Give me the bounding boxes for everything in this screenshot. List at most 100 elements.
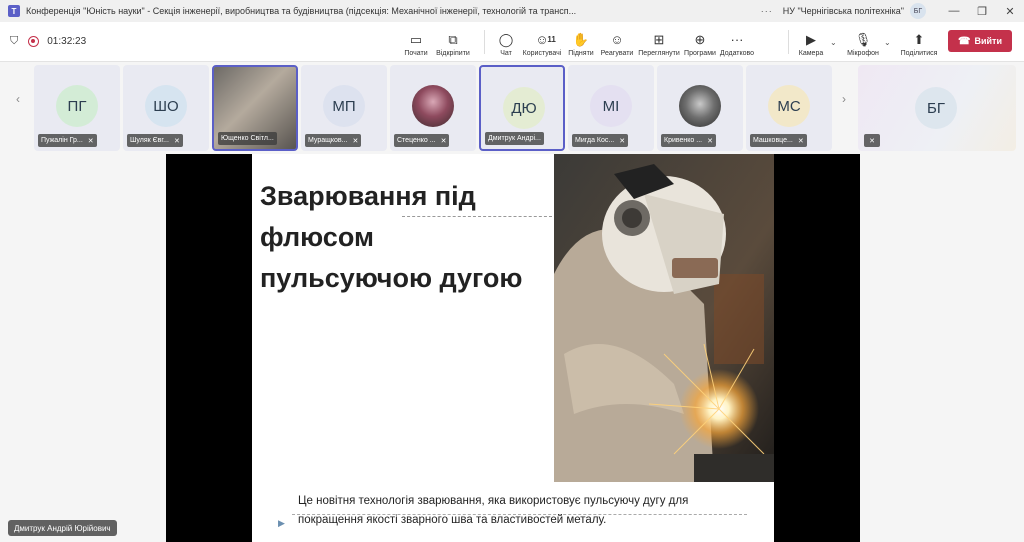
unpin-icon: ⧉ — [448, 32, 458, 47]
share-label: Поділитися — [900, 50, 938, 57]
participant-name: Стеценко ... — [397, 137, 436, 144]
avatar: БГ — [915, 87, 957, 129]
share-screen-button[interactable]: ▭ Почати — [400, 22, 432, 62]
bullet-icon: ▶ — [278, 518, 285, 528]
toolbar-divider — [788, 30, 789, 54]
window-title: Конференція "Юність науки" - Секція інже… — [26, 6, 577, 16]
participant-name: Шуляк Євг... — [130, 137, 169, 144]
mic-off-icon: 🎙 — [854, 32, 872, 47]
share-icon: ⬆ — [913, 32, 925, 47]
participants-strip: ‹ ПГ Пужалін Гр... ✕ ШО Шуляк Євг... ✕ Юще… — [0, 62, 1024, 154]
slide-title-line: пульсуючою дугою — [260, 263, 523, 293]
view-button[interactable]: ⊞ Переглянути — [636, 22, 682, 62]
account-avatar[interactable]: БГ — [910, 3, 926, 19]
participant-name: Ющенко Світл... — [221, 135, 274, 142]
shared-content-stage: Зварювання під флюсом пульсуючою дугою ▶… — [166, 154, 860, 542]
people-label: Користувачі — [522, 50, 562, 57]
participant-name: Дмитрук Андрі... — [488, 135, 541, 142]
window-titlebar: T Конференція "Юність науки" - Секція ін… — [0, 0, 1024, 22]
avatar-photo — [412, 85, 454, 127]
camera-label: Камера — [798, 50, 824, 57]
participant-name: Машковце... — [753, 137, 793, 144]
raise-hand-label: Підняти — [568, 50, 594, 57]
chat-button[interactable]: ◯ Чат — [492, 22, 520, 62]
participant-tile-speaking[interactable]: ДЮ Дмитрук Андрі... — [479, 65, 565, 151]
raise-hand-icon: ✋ — [572, 32, 590, 47]
scroll-left-chevron-icon[interactable]: ‹ — [16, 92, 20, 106]
share-button[interactable]: ⬆ Поділитися — [898, 22, 940, 62]
apps-label: Програми — [684, 50, 716, 57]
close-window-button[interactable]: ✕ — [996, 5, 1024, 18]
teams-logo-icon: T — [8, 5, 20, 17]
react-icon: ☺ — [610, 32, 624, 47]
leave-label: Вийти — [974, 36, 1002, 46]
mic-muted-icon: ✕ — [619, 137, 626, 145]
camera-button[interactable]: ▶ Камера — [796, 22, 826, 62]
participant-tile-large[interactable]: БГ ✕ — [858, 65, 1016, 151]
share-screen-label: Почати — [404, 50, 428, 57]
recording-icon — [28, 36, 40, 47]
more-label: Додатково — [719, 50, 755, 57]
participant-name-badge: Пужалін Гр... ✕ — [38, 134, 97, 147]
avatar: ДЮ — [503, 87, 545, 129]
participant-tile[interactable]: МС Машковце... ✕ — [746, 65, 832, 151]
slide-title-line: Зварювання під — [260, 181, 476, 211]
mic-muted-icon: ✕ — [797, 137, 804, 145]
meeting-timer: 01:32:23 — [47, 36, 87, 47]
view-icon: ⊞ — [653, 32, 665, 47]
participant-tile[interactable]: ПГ Пужалін Гр... ✕ — [34, 65, 120, 151]
participant-tile[interactable]: Кривенко ... ✕ — [657, 65, 743, 151]
share-screen-icon: ▭ — [409, 32, 423, 47]
participant-tile[interactable]: ШО Шуляк Євг... ✕ — [123, 65, 209, 151]
scroll-right-chevron-icon[interactable]: › — [842, 92, 846, 106]
meeting-toolbar: ⛉ 01:32:23 ▭ Почати ⧉ Відкріпити ◯ Чат ☺… — [0, 22, 1024, 62]
react-button[interactable]: ☺ Реагувати — [598, 22, 636, 62]
phone-hangup-icon: ☎ — [958, 35, 971, 47]
mic-muted-icon: ✕ — [173, 137, 180, 145]
avatar-photo — [679, 85, 721, 127]
raise-hand-button[interactable]: ✋ Підняти — [564, 22, 598, 62]
view-label: Переглянути — [638, 50, 680, 57]
participant-name-badge: Муращков... ✕ — [305, 134, 362, 147]
participant-name: Муращков... — [308, 137, 348, 144]
microphone-button[interactable]: 🎙 Мікрофон — [844, 22, 882, 62]
welder-photo — [554, 154, 774, 482]
presentation-slide: Зварювання під флюсом пульсуючою дугою ▶… — [252, 154, 774, 542]
restore-button[interactable]: ❐ — [968, 5, 996, 18]
microphone-label: Мікрофон — [847, 50, 879, 57]
mic-muted-icon: ✕ — [707, 137, 713, 145]
participant-name-badge: Кривенко ... ✕ — [661, 134, 716, 147]
mic-muted-icon: ✕ — [352, 137, 359, 145]
chat-icon: ◯ — [498, 32, 514, 47]
welder-illustration — [554, 154, 774, 482]
participant-tile[interactable]: МІ Мигда Кос... ✕ — [568, 65, 654, 151]
slide-title-line: флюсом — [260, 222, 374, 252]
participant-tile[interactable]: МП Муращков... ✕ — [301, 65, 387, 151]
more-button[interactable]: ··· Додатково — [718, 22, 756, 62]
people-count: 11 — [547, 35, 556, 44]
participant-name-badge: Мигда Кос... ✕ — [572, 134, 629, 147]
participant-tile[interactable]: Стеценко ... ✕ — [390, 65, 476, 151]
participant-tile-video[interactable]: Ющенко Світл... — [212, 65, 298, 151]
avatar: МІ — [590, 85, 632, 127]
microphone-options-chevron-icon[interactable]: ⌄ — [884, 38, 891, 47]
shield-icon[interactable]: ⛉ — [10, 35, 18, 48]
toolbar-divider — [484, 30, 485, 54]
apps-icon: ⊕ — [694, 32, 706, 47]
participant-name: Мигда Кос... — [575, 137, 615, 144]
participant-name-badge: Машковце... ✕ — [750, 134, 807, 147]
more-options-icon[interactable]: ··· — [761, 6, 773, 16]
title-divider — [402, 216, 552, 217]
participant-name-badge: Стеценко ... ✕ — [394, 134, 450, 147]
people-button[interactable]: ☺ 11 Користувачі — [520, 22, 564, 62]
people-icon: ☺ 11 — [535, 32, 556, 47]
participant-name: Пужалін Гр... — [41, 137, 83, 144]
slide-body-text: Це новітня технологія зварювання, яка ви… — [298, 495, 689, 526]
minimize-button[interactable]: — — [940, 5, 968, 17]
avatar: МП — [323, 85, 365, 127]
leave-button[interactable]: ☎ Вийти — [948, 30, 1012, 52]
unpin-button[interactable]: ⧉ Відкріпити — [432, 22, 474, 62]
apps-button[interactable]: ⊕ Програми — [682, 22, 718, 62]
camera-options-chevron-icon[interactable]: ⌄ — [830, 38, 837, 47]
unpin-label: Відкріпити — [436, 50, 470, 57]
